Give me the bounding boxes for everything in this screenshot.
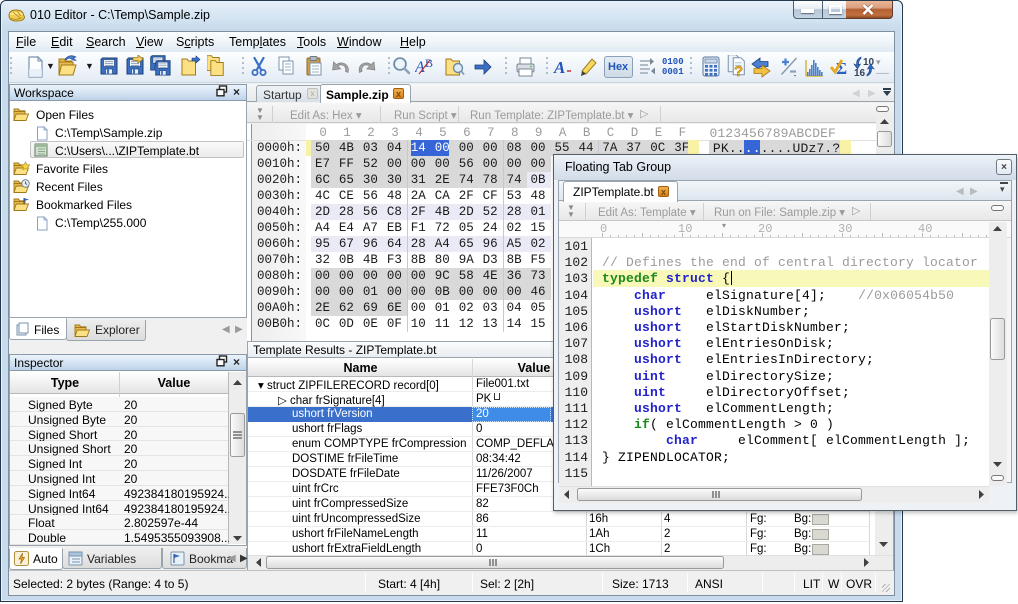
svg-text:16: 16: [854, 68, 866, 79]
svg-text:A: A: [553, 58, 565, 77]
svg-text:?: ?: [734, 63, 743, 79]
svg-text:B: B: [425, 56, 433, 70]
